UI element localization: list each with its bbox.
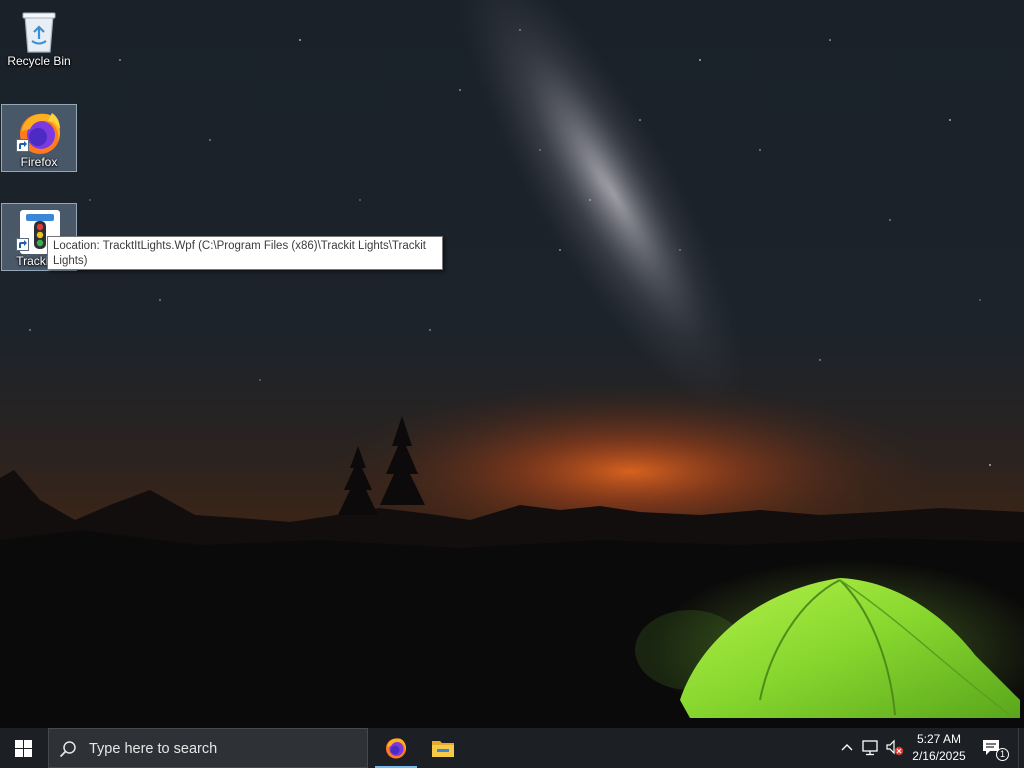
taskbar-app-file-explorer[interactable] xyxy=(420,728,466,768)
desktop-wallpaper xyxy=(0,0,1024,728)
desktop-icon-label: Firefox xyxy=(20,155,58,169)
desktop-icon-firefox[interactable]: Firefox xyxy=(1,104,77,172)
search-icon xyxy=(59,740,77,763)
windows-logo-icon xyxy=(15,740,32,757)
desktop-icon-tooltip: Location: TracktItLights.Wpf (C:\Program… xyxy=(47,236,443,270)
file-explorer-icon xyxy=(432,741,454,757)
show-desktop-button[interactable] xyxy=(1018,728,1024,768)
clock-time: 5:27 AM xyxy=(916,732,962,746)
shortcut-arrow-icon xyxy=(16,238,29,251)
desktop-icon-label: Recycle Bin xyxy=(7,54,71,68)
desktop-icon-recycle-bin[interactable]: Recycle Bin xyxy=(1,4,77,72)
chevron-up-icon xyxy=(841,744,853,751)
clock-date: 2/16/2025 xyxy=(912,749,966,763)
tooltip-line-1: Location: TracktItLights.Wpf (C:\Program… xyxy=(53,240,427,252)
tooltip-line-2: Lights) xyxy=(53,255,88,267)
network-icon xyxy=(862,740,878,756)
firefox-icon xyxy=(386,738,406,759)
taskbar-app-firefox[interactable] xyxy=(373,728,419,768)
volume-muted-icon xyxy=(886,739,904,756)
shortcut-arrow-icon xyxy=(16,139,29,152)
system-clock[interactable]: 5:27 AM 2/16/2025 xyxy=(906,731,972,765)
search-placeholder: Type here to search xyxy=(89,741,218,757)
recycle-bin-icon xyxy=(15,8,63,56)
volume-control[interactable] xyxy=(884,728,906,768)
taskbar: Type here to search 5:27 AM 2/16/2025 1 xyxy=(0,728,1024,768)
show-hidden-icons-button[interactable] xyxy=(838,728,856,768)
notification-count-badge: 1 xyxy=(996,748,1009,761)
network-status[interactable] xyxy=(860,728,882,768)
action-center-button[interactable]: 1 xyxy=(976,728,1016,768)
start-button[interactable] xyxy=(0,728,48,768)
taskbar-search-box[interactable]: Type here to search xyxy=(48,728,368,768)
